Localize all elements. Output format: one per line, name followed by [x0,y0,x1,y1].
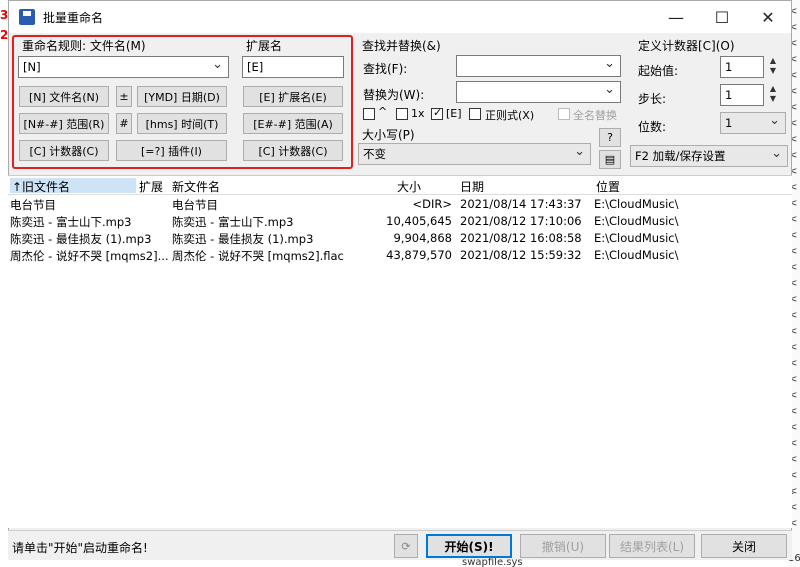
location-cell: E:\CloudMusic\ [594,248,679,262]
background-filename: swapfile.sys [462,558,523,567]
table-row[interactable]: 电台节目 电台节目 <DIR> 2021/08/14 17:43:37 E:\Cloud… [8,197,792,214]
date-cell: 2021/08/14 17:43:37 [460,197,582,211]
date-cell: 2021/08/12 15:59:32 [460,248,582,262]
save-disk-icon [19,9,35,25]
column-new-name[interactable]: 新文件名 [172,178,220,194]
column-old-name[interactable]: ↑旧文件名 [10,178,136,194]
date-button[interactable]: [YMD] 日期(D) [137,86,227,107]
load-save-settings-combo[interactable]: F2 加载/保存设置 [630,145,788,167]
extension-label: 扩展名 [246,39,283,53]
once-checkbox[interactable] [396,108,408,120]
size-cell: 10,405,645 [386,214,452,228]
rename-rule-combo[interactable]: [N] [18,56,229,78]
result-list-button[interactable]: 结果列表(L) [609,534,695,558]
range-button[interactable]: [N#-#] 范围(R) [19,113,109,134]
time-button[interactable]: [hms] 时间(T) [137,113,227,134]
date-cell: 2021/08/12 17:10:06 [460,214,582,228]
plugin-button[interactable]: [=?] 插件(I) [116,140,227,161]
old-name-cell: 陈奕迅 - 最佳损友 (1).mp3 [10,232,152,246]
case-combo[interactable]: 不变 [358,143,591,165]
date-cell: 2021/08/12 16:08:58 [460,231,582,245]
close-window-button[interactable]: ✕ [745,1,791,33]
find-combo[interactable] [456,55,621,77]
list-header: ↑旧文件名 扩展 新文件名 大小 日期 位置 [8,176,792,195]
counter-label: 定义计数器[C](O) [638,39,735,53]
extension-option-label: [E] [446,107,462,120]
column-location[interactable]: 位置 [596,178,620,194]
fullname-checkbox[interactable] [558,108,570,120]
extension-checkbox[interactable] [431,106,443,120]
caret-option-label: ^ [378,105,388,118]
filename-button[interactable]: [N] 文件名(N) [19,86,109,107]
undo-button[interactable]: 撤销(U) [520,534,606,558]
column-extension[interactable]: 扩展 [139,178,163,194]
counter-button[interactable]: [C] 计数器(C) [19,140,109,161]
replace-combo[interactable] [456,81,621,103]
new-name-cell: 陈奕迅 - 富士山下.mp3 [172,215,294,229]
new-name-cell: 周杰伦 - 说好不哭 [mqms2].flac [172,249,344,263]
start-input[interactable]: 1 [720,56,764,78]
table-row[interactable]: 陈奕迅 - 富士山下.mp3 陈奕迅 - 富士山下.mp3 10,405,645 20… [8,214,792,231]
extension-range-button[interactable]: [E#-#] 范围(A) [243,113,343,134]
start-spin-icon[interactable]: ▲ ▼ [768,56,778,76]
case-label: 大小写(P) [362,128,415,142]
close-button[interactable]: 关闭 [701,534,787,558]
size-cell: 9,904,868 [393,231,452,245]
fullname-option-label: 全名替换 [573,109,617,122]
help-button[interactable]: ? [599,128,621,147]
location-cell: E:\CloudMusic\ [594,214,679,228]
table-row[interactable]: 周杰伦 - 说好不哭 [mqms2]... 周杰伦 - 说好不哭 [mqms2].… [8,248,792,265]
edit-icon[interactable]: ▤ [599,150,621,169]
status-bar: 请单击"开始"启动重命名! ⟳ 开始(S)! 撤销(U) 结果列表(L) 关闭 [8,530,792,560]
column-size[interactable]: 大小 [397,178,421,194]
old-name-cell: 陈奕迅 - 富士山下.mp3 [10,215,132,229]
step-spin-icon[interactable]: ▲ ▼ [768,84,778,104]
rename-rule-label: 重命名规则: 文件名(M) [22,39,146,53]
replace-label: 替换为(W): [363,88,425,102]
maximize-button[interactable]: ☐ [699,1,745,33]
column-date[interactable]: 日期 [460,178,484,194]
file-list[interactable]: ↑旧文件名 扩展 新文件名 大小 日期 位置 电台节目 电台节目 <DIR> 2021… [8,175,792,528]
size-cell: <DIR> [412,197,452,211]
extension-button[interactable]: [E] 扩展名(E) [243,86,343,107]
find-label: 查找(F): [363,62,408,76]
new-name-cell: 陈奕迅 - 最佳损友 (1).mp3 [172,232,314,246]
window-title: 批量重命名 [43,10,104,25]
size-cell: 43,879,570 [386,248,452,262]
refresh-icon[interactable]: ⟳ [394,534,418,558]
caret-checkbox[interactable] [363,108,375,120]
old-name-cell: 电台节目 [10,198,56,212]
minimize-button[interactable]: — [653,1,699,33]
location-cell: E:\CloudMusic\ [594,231,679,245]
location-cell: E:\CloudMusic\ [594,197,679,211]
step-label: 步长: [638,92,667,106]
digits-label: 位数: [638,120,667,134]
table-row[interactable]: 陈奕迅 - 最佳损友 (1).mp3 陈奕迅 - 最佳损友 (1).mp3 9,90… [8,231,792,248]
extension-counter-button[interactable]: [C] 计数器(C) [243,140,343,161]
digits-combo[interactable]: 1 [720,112,786,134]
hash-button[interactable]: # [116,113,132,134]
regex-option-label: 正则式(X) [485,109,535,122]
find-replace-label: 查找并替换(&) [362,39,441,53]
start-label: 起始值: [638,64,679,78]
title-bar: 批量重命名 — ☐ ✕ [9,1,791,33]
once-option-label: 1x [411,107,425,120]
status-text: 请单击"开始"启动重命名! [12,541,148,555]
start-button[interactable]: 开始(S)! [426,534,512,558]
step-input[interactable]: 1 [720,84,764,106]
new-name-cell: 电台节目 [172,198,218,212]
plus-minus-button[interactable]: ± [116,86,132,107]
extension-input[interactable]: [E] [242,56,344,78]
old-name-cell: 周杰伦 - 说好不哭 [mqms2]... [10,249,169,263]
regex-checkbox[interactable] [469,108,481,120]
